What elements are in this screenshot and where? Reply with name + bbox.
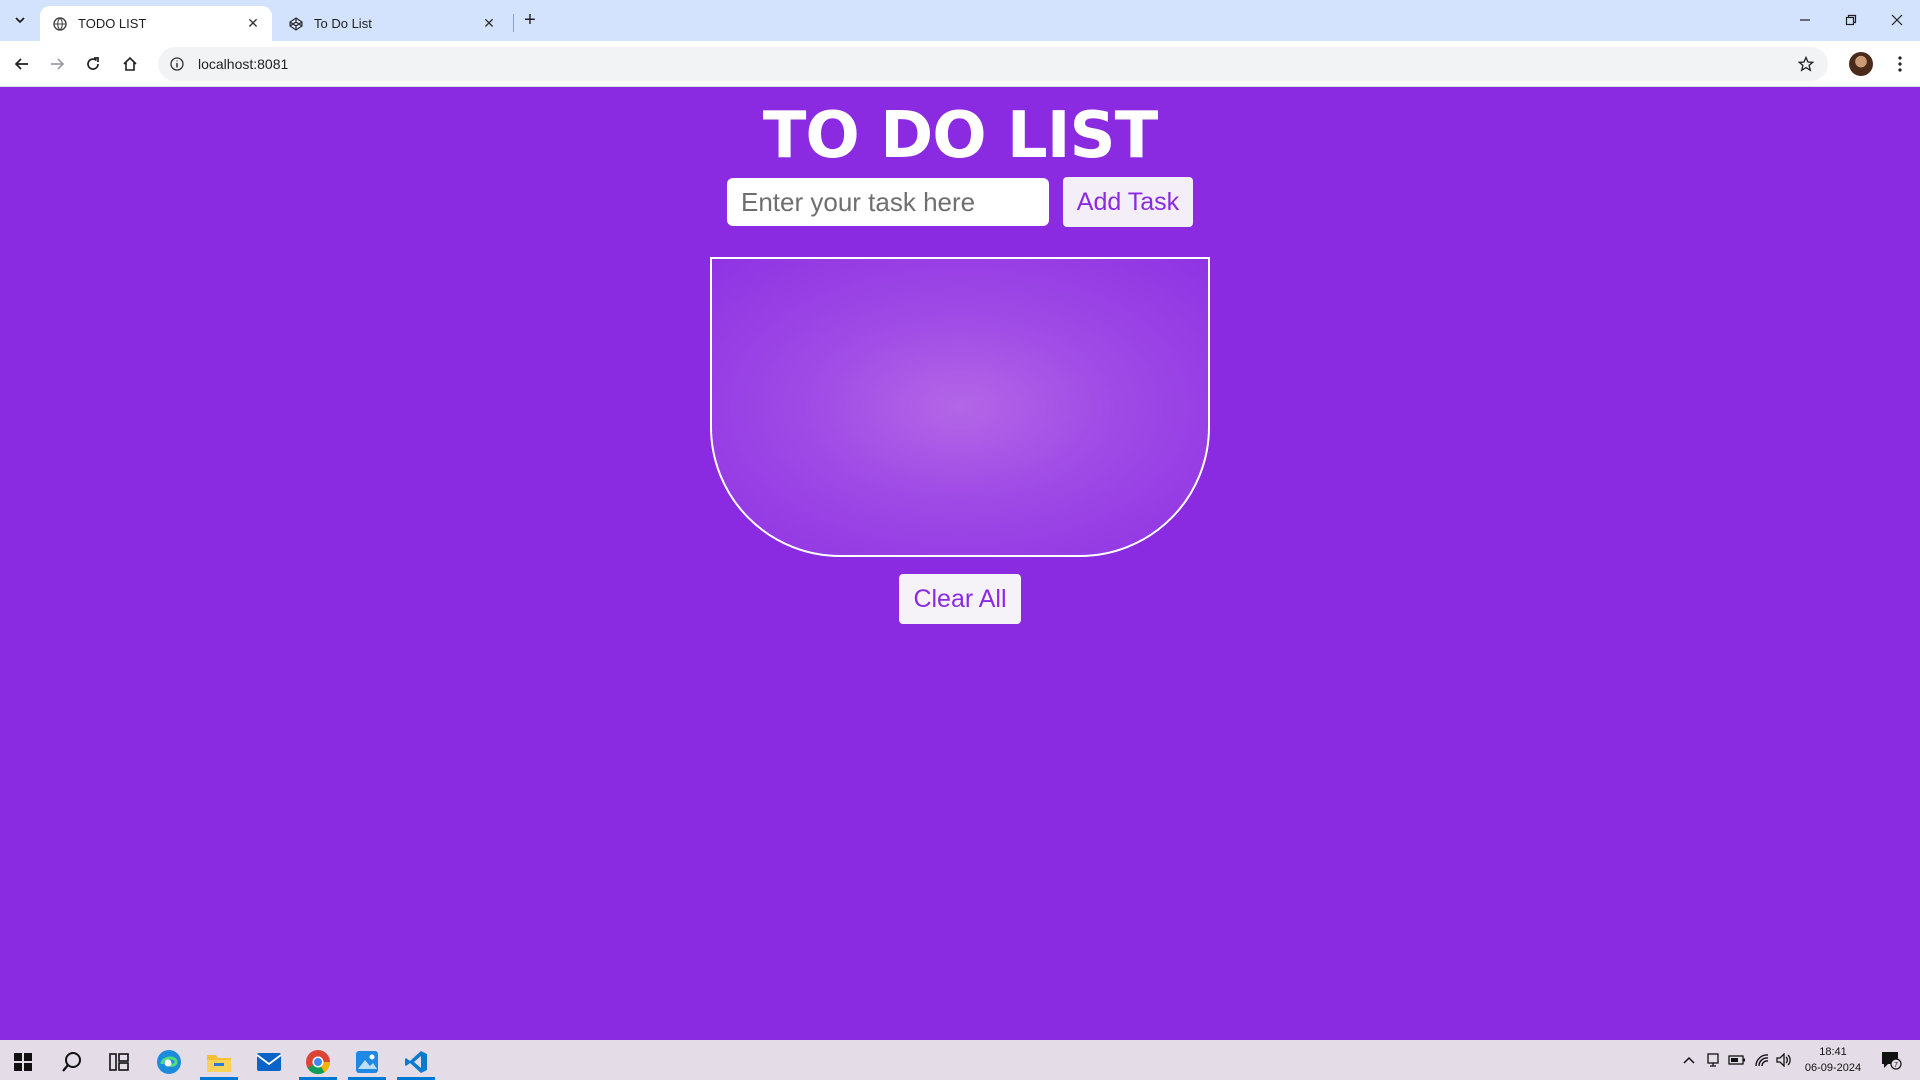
taskbar-clock[interactable]: 18:41 06-09-2024	[1798, 1044, 1868, 1076]
battery-icon[interactable]	[1726, 1048, 1748, 1072]
add-task-button[interactable]: Add Task	[1063, 177, 1193, 227]
chrome-icon[interactable]	[295, 1044, 341, 1080]
volume-icon[interactable]	[1773, 1048, 1795, 1072]
edge-icon[interactable]	[146, 1044, 192, 1080]
address-bar[interactable]: localhost:8081	[158, 47, 1828, 81]
close-tab-icon[interactable]: ✕	[480, 15, 498, 33]
browser-toolbar: localhost:8081	[0, 41, 1920, 87]
tab-todo-list[interactable]: TODO LIST ✕	[40, 6, 272, 41]
home-icon[interactable]	[116, 50, 144, 78]
task-view-icon[interactable]	[96, 1044, 142, 1080]
close-tab-icon[interactable]: ✕	[244, 15, 262, 33]
close-window-icon[interactable]	[1874, 0, 1920, 40]
minimize-icon[interactable]	[1782, 0, 1828, 40]
site-info-icon[interactable]	[166, 53, 188, 75]
meet-now-icon[interactable]	[1702, 1048, 1724, 1072]
tab-search-chevron-icon[interactable]	[8, 8, 32, 32]
start-icon[interactable]	[0, 1044, 46, 1080]
search-icon[interactable]	[49, 1044, 95, 1080]
clear-all-button[interactable]: Clear All	[899, 574, 1021, 624]
codepen-icon	[288, 16, 304, 32]
tab-to-do-list-codepen[interactable]: To Do List ✕	[276, 6, 508, 41]
file-explorer-icon[interactable]	[196, 1044, 242, 1080]
restore-icon[interactable]	[1828, 0, 1874, 40]
reload-icon[interactable]	[79, 50, 107, 78]
tab-title: To Do List	[314, 16, 372, 31]
show-hidden-icons-chevron-icon[interactable]	[1678, 1048, 1700, 1072]
wifi-icon[interactable]	[1751, 1048, 1773, 1072]
todo-page: TO DO LIST Add Task Clear All	[0, 87, 1920, 1040]
task-list-container	[710, 257, 1210, 557]
notification-count: 7	[1894, 1062, 1898, 1069]
forward-arrow-icon[interactable]	[43, 50, 71, 78]
new-tab-plus-icon[interactable]: +	[518, 8, 542, 32]
task-input[interactable]	[727, 178, 1049, 226]
clock-date: 06-09-2024	[1804, 1062, 1862, 1074]
photos-icon[interactable]	[344, 1044, 390, 1080]
bookmark-star-icon[interactable]	[1796, 54, 1816, 74]
tab-separator	[513, 14, 514, 32]
url-text: localhost:8081	[198, 56, 289, 72]
globe-icon	[52, 16, 68, 32]
mail-icon[interactable]	[246, 1044, 292, 1080]
profile-avatar[interactable]	[1849, 52, 1873, 76]
windows-taskbar: 18:41 06-09-2024 7	[0, 1040, 1920, 1080]
vscode-icon[interactable]	[393, 1044, 439, 1080]
page-title: TO DO LIST	[762, 99, 1159, 173]
clock-time: 18:41	[1819, 1046, 1847, 1058]
notification-icon[interactable]: 7	[1876, 1046, 1906, 1074]
browser-tab-bar: TODO LIST ✕ To Do List ✕ +	[0, 0, 1920, 41]
back-arrow-icon[interactable]	[8, 50, 36, 78]
more-menu-icon[interactable]	[1886, 50, 1914, 78]
tab-title: TODO LIST	[78, 16, 147, 31]
